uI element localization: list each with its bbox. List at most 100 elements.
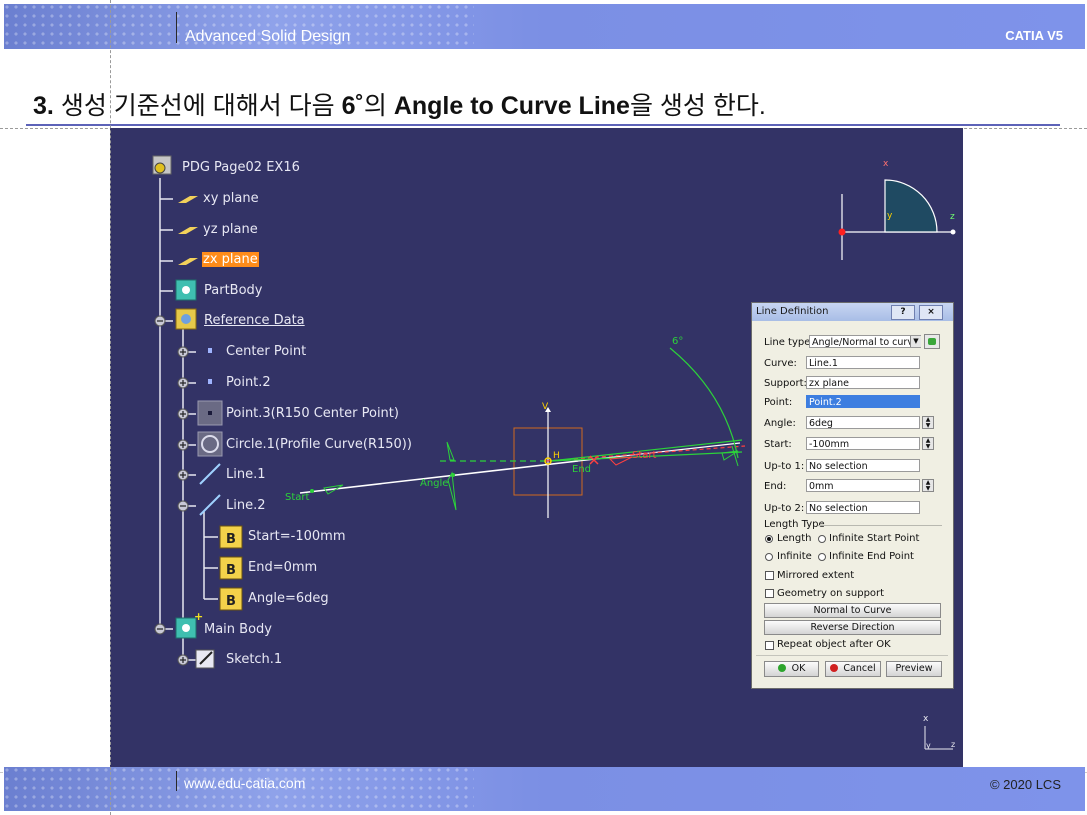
footer-separator bbox=[176, 771, 177, 791]
compass-y-label: y bbox=[887, 211, 893, 221]
end-label: End bbox=[572, 464, 592, 475]
tree-item-reference-data[interactable]: Reference Data bbox=[204, 313, 305, 328]
tree-item-partbody[interactable]: PartBody bbox=[204, 283, 262, 298]
ok-button[interactable]: OK bbox=[764, 661, 819, 677]
start-label: Start bbox=[285, 492, 310, 503]
angle-label-dialog: Angle: bbox=[764, 418, 796, 429]
infinite-end-radio[interactable] bbox=[818, 553, 826, 561]
parameter-icon: B bbox=[219, 587, 243, 611]
header-product: CATIA V5 bbox=[1005, 28, 1063, 43]
cancel-label: Cancel bbox=[843, 663, 876, 674]
header-separator bbox=[176, 12, 177, 43]
tree-item-zx-plane-label: zx plane bbox=[202, 252, 259, 267]
support-label: Support: bbox=[764, 378, 807, 389]
infinite-radio-label: Infinite bbox=[777, 551, 812, 562]
support-field[interactable]: zx plane bbox=[806, 376, 920, 389]
curve-field[interactable]: Line.1 bbox=[806, 356, 920, 369]
repeat-object-checkbox[interactable] bbox=[765, 641, 774, 650]
start-red-label: Start bbox=[632, 450, 657, 461]
point-icon bbox=[208, 348, 212, 353]
tree-item-xy-plane[interactable]: xy plane bbox=[203, 191, 259, 206]
tree-item-sketch-1[interactable]: Sketch.1 bbox=[226, 652, 282, 667]
plane-icon bbox=[178, 258, 198, 265]
footer-url[interactable]: www.edu-catia.com bbox=[184, 775, 305, 791]
dialog-titlebar[interactable]: Line Definition ? × bbox=[752, 303, 953, 321]
geometry bbox=[299, 347, 746, 518]
tree-item-start[interactable]: Start=-100mm bbox=[248, 529, 345, 544]
svg-text:+: + bbox=[194, 610, 203, 623]
infinite-start-label: Infinite Start Point bbox=[829, 533, 920, 544]
start-field[interactable]: -100mm bbox=[806, 437, 920, 450]
parameter-icon: B bbox=[219, 525, 243, 549]
tree-item-line-2[interactable]: Line.2 bbox=[226, 498, 266, 513]
chevron-down-icon[interactable]: ▼ bbox=[910, 336, 921, 347]
geometry-support-label: Geometry on support bbox=[777, 588, 885, 599]
help-button[interactable]: ? bbox=[891, 305, 915, 320]
header-title: Advanced Solid Design bbox=[185, 28, 351, 45]
tree-node-signs bbox=[157, 320, 186, 663]
axis-h-label: H bbox=[553, 451, 560, 461]
normal-to-curve-button[interactable]: Normal to Curve bbox=[764, 603, 941, 618]
reverse-direction-button[interactable]: Reverse Direction bbox=[764, 620, 941, 635]
tree-item-point-3[interactable]: Point.3(R150 Center Point) bbox=[226, 406, 399, 421]
start-spinner[interactable]: ▲ ▼ bbox=[922, 437, 934, 450]
header-bar: Advanced Solid Design CATIA V5 bbox=[4, 4, 1085, 49]
tree-item-circle-1[interactable]: Circle.1(Profile Curve(R150)) bbox=[226, 437, 412, 452]
line-icon bbox=[199, 463, 221, 485]
ok-label: OK bbox=[791, 663, 806, 674]
end-spinner[interactable]: ▲ ▼ bbox=[922, 479, 934, 492]
upto2-field[interactable]: No selection bbox=[806, 501, 920, 514]
line-type-select[interactable]: Angle/Normal to curve bbox=[809, 335, 921, 348]
tree-root[interactable]: PDG Page02 EX16 bbox=[182, 160, 300, 175]
svg-text:B: B bbox=[226, 594, 236, 609]
page-title: 3. 생성 기준선에 대해서 다음 6˚의 Angle to Curve Lin… bbox=[33, 86, 766, 122]
svg-text:B: B bbox=[226, 532, 236, 547]
line-icon bbox=[199, 494, 221, 516]
sketch-icon bbox=[195, 649, 215, 669]
title-rule bbox=[26, 124, 1060, 126]
end-label-dialog: End: bbox=[764, 481, 787, 492]
angle-spinner[interactable]: ▲ ▼ bbox=[922, 416, 934, 429]
point-icon bbox=[208, 379, 212, 384]
cancel-button[interactable]: Cancel bbox=[825, 661, 881, 677]
infinite-end-label: Infinite End Point bbox=[829, 551, 914, 562]
geometry-support-checkbox[interactable] bbox=[765, 589, 774, 598]
mini-axis-z-label: z bbox=[951, 740, 956, 749]
point-icon bbox=[208, 411, 212, 415]
point-field[interactable]: Point.2 bbox=[806, 395, 920, 408]
tree-item-yz-plane[interactable]: yz plane bbox=[203, 222, 258, 237]
tree-item-end[interactable]: End=0mm bbox=[248, 560, 317, 575]
start-label-dialog: Start: bbox=[764, 439, 792, 450]
dialog-title: Line Definition bbox=[756, 306, 829, 317]
close-button[interactable]: × bbox=[919, 305, 943, 320]
partbody-icon bbox=[175, 279, 197, 301]
length-radio[interactable] bbox=[765, 535, 773, 543]
end-field[interactable]: 0mm bbox=[806, 479, 920, 492]
infinite-start-radio[interactable] bbox=[818, 535, 826, 543]
preview-button[interactable]: Preview bbox=[886, 661, 942, 677]
compass-z-label: z bbox=[950, 212, 955, 222]
mini-axis-x-label: x bbox=[923, 714, 929, 724]
length-type-divider bbox=[818, 525, 942, 526]
tree-item-main-body[interactable]: Main Body bbox=[204, 622, 272, 637]
compass bbox=[838, 179, 956, 260]
tree-item-zx-plane[interactable]: zx plane bbox=[202, 252, 259, 267]
length-type-label: Length Type bbox=[764, 519, 825, 530]
tree-item-center-point[interactable]: Center Point bbox=[226, 344, 306, 359]
ok-icon bbox=[777, 664, 786, 672]
angle-field[interactable]: 6deg bbox=[806, 416, 920, 429]
tree-item-line-1[interactable]: Line.1 bbox=[226, 467, 266, 482]
geometric-set-icon bbox=[175, 308, 197, 330]
tree-item-angle[interactable]: Angle=6deg bbox=[248, 591, 329, 606]
upto2-label: Up-to 2: bbox=[764, 503, 805, 514]
curve-label: Curve: bbox=[764, 358, 797, 369]
line-type-option-icon[interactable] bbox=[924, 334, 940, 349]
mirrored-extent-checkbox[interactable] bbox=[765, 571, 774, 580]
tree-item-point-2[interactable]: Point.2 bbox=[226, 375, 271, 390]
upto1-field[interactable]: No selection bbox=[806, 459, 920, 472]
infinite-radio[interactable] bbox=[765, 553, 773, 561]
compass-x-label: x bbox=[883, 159, 889, 169]
angle-mark-label: 6° bbox=[672, 336, 684, 347]
dialog-button-divider bbox=[756, 655, 948, 656]
angle-label: Angle bbox=[420, 478, 449, 489]
